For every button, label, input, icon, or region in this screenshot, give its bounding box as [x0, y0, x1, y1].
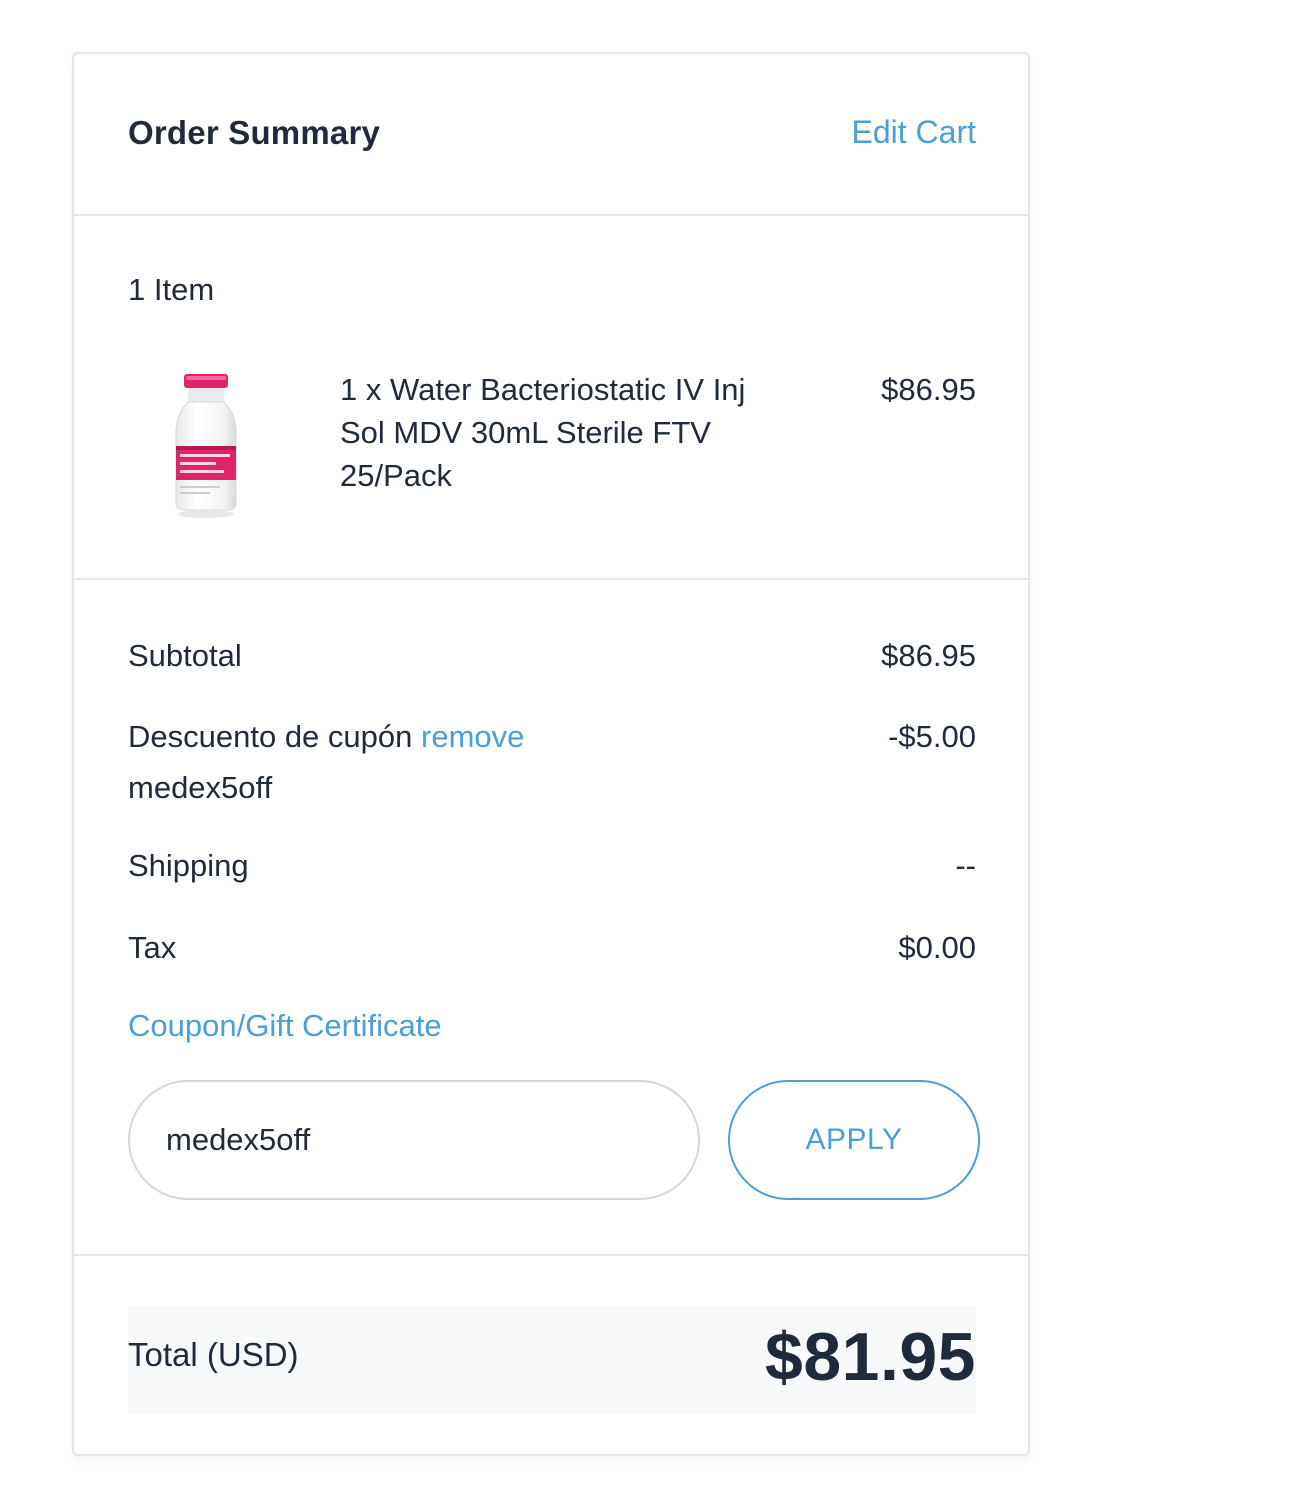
grand-total-section: Total (USD) $81.95: [74, 1256, 1028, 1454]
order-summary-card: Order Summary Edit Cart 1 Item 1 x Water…: [72, 52, 1030, 1456]
coupon-code-applied: medex5off: [128, 770, 273, 805]
tax-value: $0.00: [898, 930, 976, 965]
vial-bottle-icon: [175, 374, 237, 518]
shipping-value: --: [955, 848, 976, 883]
header-divider: [74, 214, 1028, 216]
tax-label: Tax: [128, 930, 177, 965]
coupon-discount-value: -$5.00: [888, 719, 976, 754]
items-divider: [74, 578, 1028, 580]
cart-item-price: $86.95: [881, 372, 976, 407]
coupon-discount-label: Descuento de cupón: [128, 719, 413, 754]
order-summary-title: Order Summary: [128, 114, 381, 151]
shipping-label: Shipping: [128, 848, 249, 883]
subtotal-label: Subtotal: [128, 638, 242, 673]
apply-coupon-button[interactable]: APPLY: [728, 1080, 980, 1200]
grand-total-label: Total (USD): [128, 1336, 299, 1373]
coupon-discount-row: Descuento de cupón remove: [128, 719, 524, 755]
coupon-code-input[interactable]: [128, 1080, 700, 1200]
item-count: 1 Item: [128, 272, 215, 307]
subtotal-value: $86.95: [881, 638, 976, 673]
cart-item-name: 1 x Water Bacteriostatic IV Inj Sol MDV …: [340, 372, 746, 493]
coupon-gift-certificate-link[interactable]: Coupon/Gift Certificate: [128, 1008, 442, 1044]
remove-coupon-link[interactable]: remove: [421, 719, 524, 754]
edit-cart-link[interactable]: Edit Cart: [852, 114, 976, 151]
grand-total-value: $81.95: [765, 1319, 976, 1395]
